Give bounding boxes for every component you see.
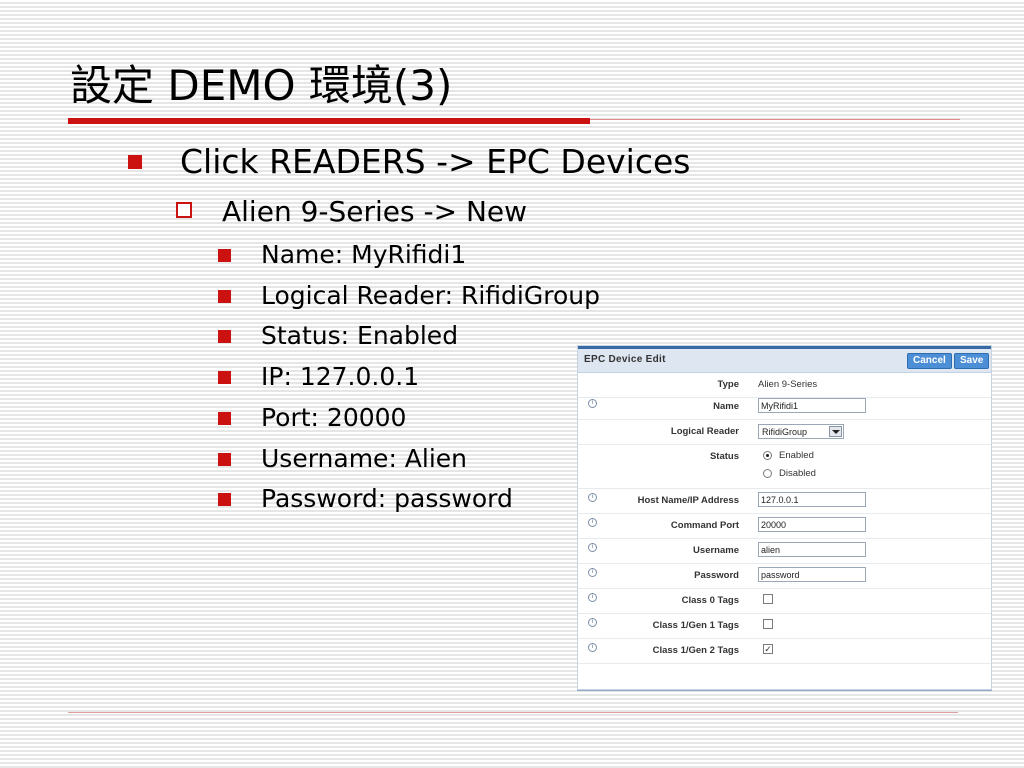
- filled-square-bullet-icon: [218, 290, 231, 303]
- bullet-level3-item: Name: MyRifidi1: [218, 240, 578, 274]
- field-row-class1gen1: i Class 1/Gen 1 Tags: [578, 613, 991, 639]
- command-port-label: Command Port: [670, 520, 739, 531]
- field-row-username: i Username: [578, 538, 991, 564]
- class0-label: Class 0 Tags: [681, 595, 739, 606]
- field-row-name: i Name: [578, 394, 991, 420]
- info-icon[interactable]: i: [588, 493, 597, 502]
- class0-checkbox[interactable]: [763, 594, 773, 604]
- class1gen1-label: Class 1/Gen 1 Tags: [652, 620, 739, 631]
- radio-enabled[interactable]: [763, 451, 772, 460]
- bullet-level3-text: Username: Alien: [261, 444, 468, 473]
- bullet-level3-text: IP: 127.0.0.1: [261, 362, 420, 391]
- radio-disabled-label: Disabled: [779, 468, 816, 479]
- hollow-square-bullet-icon: [176, 202, 192, 218]
- host-input[interactable]: [758, 492, 866, 507]
- radio-disabled[interactable]: [763, 469, 772, 478]
- slide-title: 設定 DEMO 環境(3): [70, 61, 453, 110]
- password-input[interactable]: [758, 567, 866, 582]
- bullet-level3-text: Password: password: [261, 484, 513, 513]
- info-icon[interactable]: i: [588, 593, 597, 602]
- info-icon[interactable]: i: [588, 399, 597, 408]
- bullet-level1-text: Click READERS -> EPC Devices: [180, 142, 691, 181]
- command-port-input[interactable]: [758, 517, 866, 532]
- class1gen2-checkbox[interactable]: ✓: [763, 644, 773, 654]
- field-row-command-port: i Command Port: [578, 513, 991, 539]
- radio-enabled-label: Enabled: [779, 450, 814, 461]
- bullet-level3-item: Password: password: [218, 484, 578, 518]
- type-value: Alien 9-Series: [758, 379, 818, 390]
- host-label: Host Name/IP Address: [637, 495, 739, 506]
- name-input[interactable]: [758, 398, 866, 413]
- filled-square-bullet-icon: [218, 493, 231, 506]
- bullet-level3-item: Username: Alien: [218, 444, 578, 478]
- bullet-level3-item: Logical Reader: RifidiGroup: [218, 281, 600, 315]
- class1gen1-checkbox[interactable]: [763, 619, 773, 629]
- panel-header: EPC Device Edit Cancel Save: [578, 349, 991, 373]
- username-input[interactable]: [758, 542, 866, 557]
- bullet-level3-text: Name: MyRifidi1: [261, 240, 467, 269]
- footer-rule: [68, 712, 958, 713]
- bullet-level3-item: Status: Enabled: [218, 321, 578, 355]
- filled-square-bullet-icon: [218, 453, 231, 466]
- cancel-button[interactable]: Cancel: [907, 353, 952, 369]
- bullet-level3-text: Status: Enabled: [261, 321, 459, 350]
- title-underline-thin: [590, 119, 960, 120]
- logical-reader-label: Logical Reader: [670, 426, 739, 437]
- bullet-level2-text: Alien 9-Series -> New: [222, 195, 528, 228]
- epc-device-edit-panel: EPC Device Edit Cancel Save Type Alien 9…: [577, 345, 992, 690]
- status-label: Status: [709, 451, 739, 462]
- class1gen2-label: Class 1/Gen 2 Tags: [652, 645, 739, 656]
- field-row-password: i Password: [578, 563, 991, 589]
- field-row-host: i Host Name/IP Address: [578, 488, 991, 514]
- logical-reader-selected: RifidiGroup: [762, 427, 808, 437]
- bullet-level3-item: IP: 127.0.0.1: [218, 362, 578, 396]
- title-underline-thick: [68, 118, 590, 124]
- chevron-down-icon[interactable]: [829, 426, 842, 437]
- filled-square-bullet-icon: [218, 249, 231, 262]
- bullet-level3-item: Port: 20000: [218, 403, 578, 437]
- name-label: Name: [713, 401, 739, 412]
- filled-square-bullet-icon: [218, 412, 231, 425]
- save-button[interactable]: Save: [954, 353, 990, 369]
- field-row-class1gen2: i Class 1/Gen 2 Tags ✓: [578, 638, 991, 664]
- filled-square-bullet-icon: [218, 330, 231, 343]
- type-label: Type: [717, 379, 739, 390]
- info-icon[interactable]: i: [588, 568, 597, 577]
- field-row-logical-reader: Logical Reader RifidiGroup: [578, 419, 991, 445]
- username-label: Username: [693, 545, 739, 556]
- filled-square-bullet-icon: [218, 371, 231, 384]
- info-icon[interactable]: i: [588, 618, 597, 627]
- bullet-level3-text: Port: 20000: [261, 403, 407, 432]
- filled-square-bullet-icon: [128, 155, 142, 169]
- bullet-level3-text: Logical Reader: RifidiGroup: [261, 281, 600, 310]
- password-label: Password: [694, 570, 739, 581]
- field-row-class0: i Class 0 Tags: [578, 588, 991, 614]
- info-icon[interactable]: i: [588, 518, 597, 527]
- info-icon[interactable]: i: [588, 543, 597, 552]
- field-row-status: Status Enabled Disabled: [578, 444, 991, 489]
- info-icon[interactable]: i: [588, 643, 597, 652]
- panel-title: EPC Device Edit: [584, 354, 666, 365]
- logical-reader-select[interactable]: RifidiGroup: [758, 424, 844, 439]
